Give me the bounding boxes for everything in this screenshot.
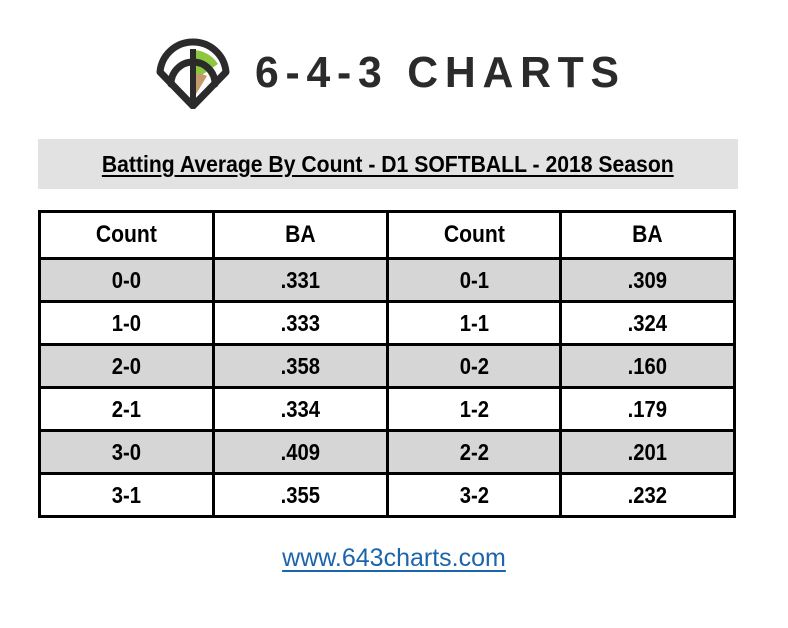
cell-count-left: 1-0: [38, 300, 215, 346]
cell-ba-right: .232: [559, 472, 736, 518]
table-row: 2-0 .358 0-2 .160: [38, 343, 736, 389]
cell-value: .334: [280, 395, 320, 422]
batting-average-table: Count BA Count BA 0-0 .331 0-1 .309 1-0 …: [38, 210, 736, 518]
cell-count-left: 2-0: [38, 343, 215, 389]
cell-value: 1-0: [111, 309, 142, 336]
cell-ba-right: .179: [559, 386, 736, 432]
baseball-diamond-logo-icon: [156, 38, 230, 109]
cell-value: 2-0: [111, 352, 142, 379]
table-body: 0-0 .331 0-1 .309 1-0 .333 1-1 .324 2-0 …: [38, 257, 736, 518]
cell-count-right: 0-1: [385, 257, 563, 303]
cell-value: .232: [627, 481, 668, 508]
cell-ba-left: .355: [211, 472, 389, 518]
cell-count-right: 1-2: [385, 386, 563, 432]
cell-ba-right: .160: [559, 343, 736, 389]
cell-value: 0-2: [459, 352, 489, 379]
cell-value: 0-1: [459, 266, 489, 293]
cell-value: 3-2: [459, 481, 489, 508]
column-header-count-left: Count: [38, 210, 215, 260]
cell-value: .179: [627, 395, 668, 422]
cell-ba-left: .409: [211, 429, 389, 475]
cell-ba-right: .201: [559, 429, 736, 475]
column-header-count-right: Count: [385, 210, 563, 260]
footer: www.643charts.com: [0, 544, 788, 573]
table-row: 1-0 .333 1-1 .324: [38, 300, 736, 346]
cell-value: 1-1: [459, 309, 489, 336]
cell-value: .409: [280, 438, 320, 465]
cell-count-right: 3-2: [385, 472, 563, 518]
cell-value: 2-1: [111, 395, 142, 422]
cell-ba-left: .358: [211, 343, 389, 389]
cell-count-right: 2-2: [385, 429, 563, 475]
cell-count-left: 3-1: [38, 472, 215, 518]
website-link[interactable]: www.643charts.com: [282, 544, 506, 572]
brand-wordmark: 6-4-3 CHARTS: [254, 48, 626, 97]
column-header-label: Count: [443, 221, 505, 248]
cell-ba-left: .333: [211, 300, 389, 346]
cell-count-left: 0-0: [38, 257, 215, 303]
chart-title-band: Batting Average By Count - D1 SOFTBALL -…: [38, 139, 738, 189]
table-header: Count BA Count BA: [38, 210, 736, 260]
cell-value: .309: [627, 266, 668, 293]
table-row: 3-0 .409 2-2 .201: [38, 429, 736, 475]
cell-ba-right: .309: [559, 257, 736, 303]
column-header-label: BA: [632, 221, 663, 248]
cell-value: .160: [627, 352, 668, 379]
cell-value: 0-0: [111, 266, 142, 293]
table-row: 3-1 .355 3-2 .232: [38, 472, 736, 518]
cell-value: .201: [627, 438, 668, 465]
cell-value: 3-1: [111, 481, 142, 508]
table-header-row: Count BA Count BA: [38, 210, 736, 260]
cell-ba-right: .324: [559, 300, 736, 346]
cell-value: .324: [627, 309, 668, 336]
cell-ba-left: .331: [211, 257, 389, 303]
column-header-ba-left: BA: [211, 210, 389, 260]
cell-count-left: 2-1: [38, 386, 215, 432]
cell-count-left: 3-0: [38, 429, 215, 475]
cell-ba-left: .334: [211, 386, 389, 432]
cell-value: 2-2: [459, 438, 489, 465]
column-header-label: BA: [284, 221, 316, 248]
cell-count-right: 0-2: [385, 343, 563, 389]
cell-value: 3-0: [111, 438, 142, 465]
cell-count-right: 1-1: [385, 300, 563, 346]
column-header-label: Count: [95, 221, 157, 248]
table-row: 0-0 .331 0-1 .309: [38, 257, 736, 303]
column-header-ba-right: BA: [559, 210, 736, 260]
brand-header: 6-4-3 CHARTS: [0, 34, 788, 112]
cell-value: .358: [280, 352, 320, 379]
cell-value: 1-2: [459, 395, 489, 422]
table-row: 2-1 .334 1-2 .179: [38, 386, 736, 432]
page-title: Batting Average By Count - D1 SOFTBALL -…: [102, 150, 674, 177]
cell-value: .333: [280, 309, 320, 336]
page-root: 6-4-3 CHARTS Batting Average By Count - …: [0, 0, 788, 628]
cell-value: .355: [280, 481, 320, 508]
batting-average-table-wrapper: Count BA Count BA 0-0 .331 0-1 .309 1-0 …: [38, 210, 736, 518]
cell-value: .331: [280, 266, 320, 293]
